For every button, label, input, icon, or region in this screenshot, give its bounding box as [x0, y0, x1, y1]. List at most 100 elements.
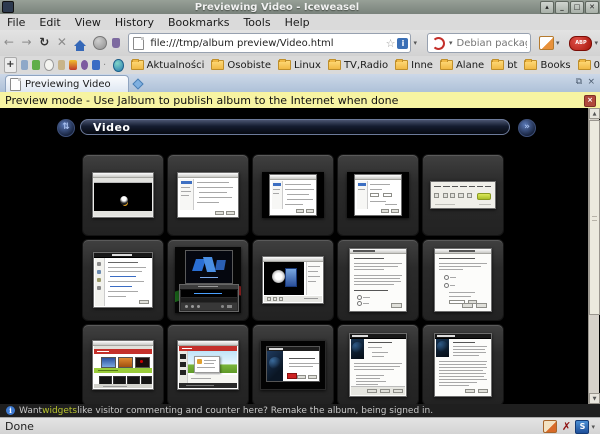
page-info-icon[interactable]: i — [397, 38, 408, 49]
shade-button[interactable]: ▴ — [540, 1, 554, 14]
bookmark-folder-linux[interactable]: Linux — [278, 60, 321, 71]
thumbnail-video-5[interactable] — [423, 155, 503, 235]
add-bookmark-button[interactable]: + — [4, 57, 17, 73]
thumbnail-video-7[interactable] — [168, 240, 248, 320]
page-scrollbar[interactable]: ▲ ▼ — [588, 108, 599, 404]
search-bar[interactable]: ▾ — [427, 33, 531, 53]
installer-side-panel — [267, 351, 283, 381]
home-button[interactable] — [74, 40, 86, 46]
clock-icon[interactable] — [44, 59, 54, 71]
folder-icon — [440, 60, 453, 70]
adblock-caret[interactable]: ▾ — [594, 39, 598, 47]
statusbar-caret[interactable]: ▾ — [591, 423, 595, 431]
statusbar-notes-icon[interactable] — [543, 420, 557, 433]
folder-icon — [211, 60, 224, 70]
tab-bar: Previewing Video ⧉ × — [0, 74, 600, 93]
album-title: Video — [93, 121, 130, 134]
status-bar: Done ✗ S ▾ — [0, 417, 600, 434]
tab-previewing-video[interactable]: Previewing Video — [5, 75, 129, 93]
maximize-button[interactable]: □ — [570, 1, 584, 14]
tux-logo — [120, 196, 128, 205]
info-icon: i — [6, 406, 15, 415]
search-input[interactable] — [455, 37, 529, 50]
folder-icon — [131, 60, 144, 70]
back-button[interactable]: ← — [0, 34, 18, 52]
list-tabs-icon[interactable]: ⧉ — [576, 77, 582, 87]
window-menu-icon[interactable] — [2, 1, 14, 13]
bookmark-star-icon[interactable]: ☆ — [386, 37, 396, 50]
widgets-link[interactable]: widgets — [42, 406, 77, 416]
scroll-up-icon[interactable]: ▲ — [589, 108, 600, 119]
folder-icon — [278, 60, 291, 70]
thumbnail-video-2[interactable] — [168, 155, 248, 235]
thumbnail-video-15[interactable] — [423, 325, 503, 404]
thumbnail-video-11[interactable] — [83, 325, 163, 404]
adblock-plus-icon[interactable]: ABP — [569, 36, 592, 51]
thumbnail-video-10[interactable] — [423, 240, 503, 320]
reload-button[interactable]: ↻ — [35, 34, 53, 52]
album-up-button[interactable]: ⇅ — [57, 119, 75, 137]
menu-edit[interactable]: Edit — [32, 16, 67, 29]
bookmark-folder-books[interactable]: Books — [524, 60, 570, 71]
new-tab-icon[interactable] — [132, 78, 143, 89]
album-next-button[interactable]: » — [518, 119, 536, 137]
statusbar-extension-icon[interactable]: S — [575, 420, 589, 434]
notification-close-icon[interactable]: × — [584, 95, 596, 107]
thumbnail-video-9[interactable] — [338, 240, 418, 320]
stop-button[interactable]: ✕ — [53, 34, 71, 52]
minimize-button[interactable]: _ — [555, 1, 569, 14]
menu-file[interactable]: File — [0, 16, 32, 29]
close-tab-icon[interactable]: × — [587, 77, 595, 87]
url-input[interactable] — [148, 37, 383, 50]
search-engine-caret[interactable]: ▾ — [449, 39, 453, 47]
bookmark-folder-0[interactable]: 0 — [578, 60, 600, 71]
bookmark-folder-bt[interactable]: bt — [491, 60, 517, 71]
navigation-toolbar: ← → ↻ ✕ ☆ i ▾ ▾ ▾ ABP ▾ — [0, 30, 600, 57]
close-button[interactable]: ✕ — [585, 1, 599, 14]
statusbar-blocked-icon[interactable]: ✗ — [560, 421, 572, 433]
menu-bar: File Edit View History Bookmarks Tools H… — [0, 14, 600, 31]
notification-bar: Preview mode - Use Jalbum to publish alb… — [0, 92, 600, 109]
mail-bookmark-icon[interactable] — [58, 60, 66, 70]
bookmark-folder-osobiste[interactable]: Osobiste — [211, 60, 271, 71]
notes-extension-icon[interactable] — [539, 36, 554, 50]
thumbnail-video-8[interactable] — [253, 240, 333, 320]
extension-icon-1[interactable] — [93, 36, 107, 50]
globe-bookmark-icon[interactable] — [113, 59, 123, 72]
thumbnail-video-6[interactable] — [83, 240, 163, 320]
debian-search-engine-icon[interactable] — [432, 37, 445, 50]
menu-tools[interactable]: Tools — [236, 16, 277, 29]
download-bookmark-icon[interactable] — [69, 60, 77, 70]
page-icon — [133, 37, 144, 50]
scroll-down-icon[interactable]: ▼ — [589, 393, 600, 404]
url-bar[interactable]: ☆ i — [128, 33, 411, 53]
bookmark-folder-alane[interactable]: Alane — [440, 60, 484, 71]
bookmark-folder-tvradio[interactable]: TV,Radio — [328, 60, 388, 71]
scrollbar-thumb[interactable] — [589, 120, 600, 315]
url-dropdown-caret[interactable]: ▾ — [413, 39, 417, 47]
thumbnail-video-3[interactable] — [253, 155, 333, 235]
thumbnail-video-4[interactable] — [338, 155, 418, 235]
notes-caret[interactable]: ▾ — [556, 39, 560, 47]
save-bookmark-icon[interactable] — [92, 60, 100, 70]
image-bookmark-icon[interactable] — [21, 60, 29, 70]
grapes-bookmark-icon[interactable] — [81, 60, 89, 70]
extension-icon-2[interactable] — [112, 38, 121, 48]
thumbnail-video-12[interactable] — [168, 325, 248, 404]
album-title-bar[interactable]: Video — [80, 119, 510, 135]
thumbnail-video-1[interactable] — [83, 155, 163, 235]
forward-button[interactable]: → — [18, 34, 36, 52]
thumbnail-video-13[interactable] — [253, 325, 333, 404]
bookmarks-separator: · — [103, 60, 106, 71]
bookmark-folder-aktualnosci[interactable]: Aktualności — [131, 60, 205, 71]
menu-bookmarks[interactable]: Bookmarks — [161, 16, 236, 29]
folder-icon — [491, 60, 504, 70]
status-text: Done — [5, 420, 34, 433]
thumbnail-video-14[interactable] — [338, 325, 418, 404]
menu-view[interactable]: View — [68, 16, 108, 29]
menu-help[interactable]: Help — [278, 16, 317, 29]
green-bookmark-icon[interactable] — [32, 60, 40, 70]
menu-history[interactable]: History — [108, 16, 161, 29]
bookmark-folder-inne[interactable]: Inne — [395, 60, 433, 71]
bookmarks-toolbar: + · Aktualności Osobiste Linux TV,Radio … — [0, 56, 600, 75]
